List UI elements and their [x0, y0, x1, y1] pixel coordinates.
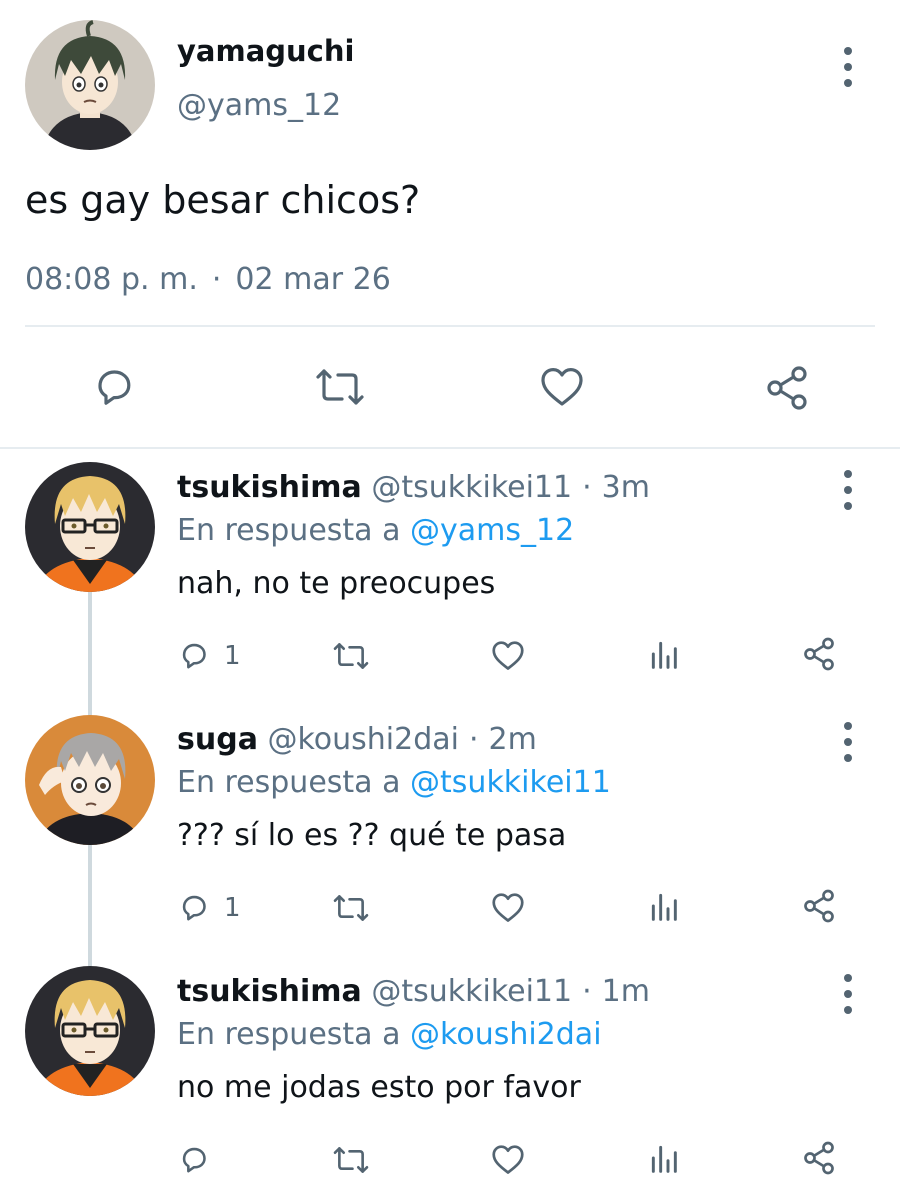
author-handle[interactable]: @yams_12	[177, 88, 341, 123]
reply-author-handle[interactable]: @koushi2dai	[267, 722, 459, 757]
avatar-suga[interactable]	[25, 715, 155, 845]
share-icon[interactable]	[763, 364, 811, 412]
tweet-timestamp: 08:08 p. m. · 02 mar 26	[25, 262, 391, 297]
reply-count: 1	[224, 641, 241, 671]
retweet-icon[interactable]	[331, 892, 371, 924]
reply-header: tsukishima @tsukkikei11 · 3m	[177, 470, 650, 505]
reply-author-name[interactable]: suga	[177, 722, 258, 757]
analytics-icon[interactable]	[648, 890, 680, 922]
reply-to-prefix: En respuesta a	[177, 1017, 401, 1052]
reply-to-prefix: En respuesta a	[177, 765, 401, 800]
thread-line	[88, 590, 92, 720]
reply-header: tsukishima @tsukkikei11 · 1m	[177, 974, 650, 1009]
reply-author-name[interactable]: tsukishima	[177, 470, 362, 505]
like-icon[interactable]	[538, 363, 586, 409]
reply-time: 2m	[488, 722, 537, 757]
like-icon[interactable]	[490, 1142, 526, 1176]
more-options-icon[interactable]	[838, 47, 858, 87]
reply-to-line: En respuesta a @koushi2dai	[177, 1017, 602, 1052]
like-icon[interactable]	[490, 638, 526, 672]
tweet-text: es gay besar chicos?	[25, 178, 421, 222]
reply-author-handle[interactable]: @tsukkikei11	[371, 470, 572, 505]
reply-to-mention[interactable]: @yams_12	[410, 513, 574, 548]
retweet-icon[interactable]	[313, 365, 367, 409]
reply-text: nah, no te preocupes	[177, 566, 496, 601]
thread-line	[88, 845, 92, 970]
reply-to-mention[interactable]: @koushi2dai	[410, 1017, 602, 1052]
more-options-icon[interactable]	[838, 974, 858, 1014]
reply-text: ??? sí lo es ?? qué te pasa	[177, 818, 567, 853]
reply-time: 3m	[601, 470, 650, 505]
divider	[25, 325, 875, 327]
avatar-tsukishima[interactable]	[25, 462, 155, 592]
reply-to-mention[interactable]: @tsukkikei11	[410, 765, 611, 800]
share-icon[interactable]	[801, 1140, 837, 1176]
reply-icon[interactable]	[90, 362, 138, 410]
separator: ·	[582, 974, 592, 1009]
reply-count: 1	[224, 893, 241, 923]
share-icon[interactable]	[801, 888, 837, 924]
reply-text: no me jodas esto por favor	[177, 1070, 581, 1105]
reply-header: suga @koushi2dai · 2m	[177, 722, 537, 757]
meta-separator: ·	[211, 262, 222, 297]
more-options-icon[interactable]	[838, 470, 858, 510]
reply-author-handle[interactable]: @tsukkikei11	[371, 974, 572, 1009]
retweet-icon[interactable]	[331, 640, 371, 672]
reply-to-line: En respuesta a @tsukkikei11	[177, 765, 611, 800]
avatar-yamaguchi[interactable]	[25, 20, 155, 150]
reply-author-name[interactable]: tsukishima	[177, 974, 362, 1009]
retweet-icon[interactable]	[331, 1144, 371, 1176]
reply-icon[interactable]	[177, 890, 211, 924]
tweet-date: 02 mar 26	[235, 262, 391, 297]
reply-icon[interactable]	[177, 1142, 211, 1176]
reply-icon[interactable]	[177, 638, 211, 672]
analytics-icon[interactable]	[648, 1142, 680, 1174]
separator: ·	[582, 470, 592, 505]
reply-time: 1m	[601, 974, 650, 1009]
more-options-icon[interactable]	[838, 722, 858, 762]
author-name[interactable]: yamaguchi	[177, 34, 354, 68]
avatar-tsukishima[interactable]	[25, 966, 155, 1096]
analytics-icon[interactable]	[648, 638, 680, 670]
like-icon[interactable]	[490, 890, 526, 924]
separator: ·	[468, 722, 479, 757]
divider	[0, 447, 900, 449]
reply-to-prefix: En respuesta a	[177, 513, 401, 548]
tweet-time: 08:08 p. m.	[25, 262, 198, 297]
reply-to-line: En respuesta a @yams_12	[177, 513, 574, 548]
share-icon[interactable]	[801, 636, 837, 672]
